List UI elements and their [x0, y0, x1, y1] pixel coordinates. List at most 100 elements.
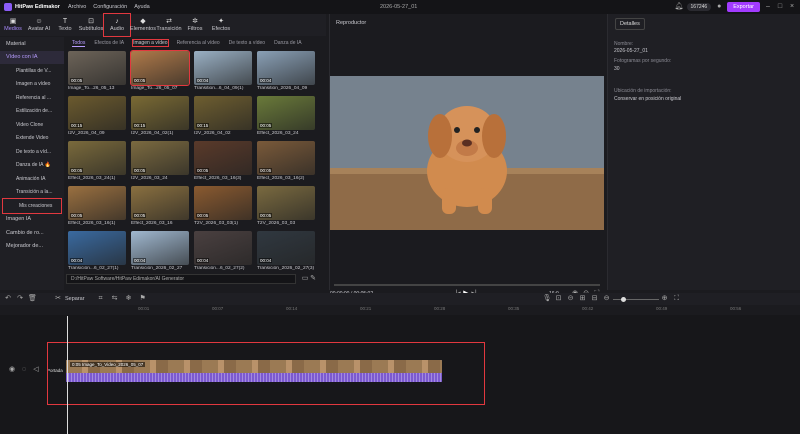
maximize-icon[interactable]: □	[776, 3, 784, 11]
sidebar-item-8[interactable]: De texto a víd...	[0, 145, 64, 159]
media-item[interactable]: 00:05 Effect_2026_03_24	[257, 96, 317, 139]
menu-help[interactable]: Ayuda	[134, 4, 150, 10]
fit-icon[interactable]: ⛶	[673, 295, 681, 303]
media-thumbnail: 00:04	[194, 231, 252, 265]
tool-transition[interactable]: ⇄ Transición	[156, 14, 182, 36]
ruler-tick-label: 00:21	[360, 306, 372, 311]
delete-icon[interactable]: 🗑︎	[28, 295, 37, 303]
sidebar-item-label: Mejorador de...	[6, 243, 43, 250]
sidebar-item-1[interactable]: Vídeo con IA	[0, 50, 64, 64]
redo-icon[interactable]: ↷	[16, 295, 24, 303]
tool-elements[interactable]: ◆ Elementos	[130, 14, 156, 36]
media-item[interactable]: 00:04 Transición...6_02_27(1)	[68, 231, 128, 274]
ai-track-icon[interactable]: ⊟	[591, 295, 599, 303]
sidebar-item-11[interactable]: Transición a la...	[0, 186, 64, 200]
video-clip[interactable]: 0:05 Image_To_Video_2026_05_07	[66, 360, 442, 382]
track-lock-icon[interactable]: ◌	[20, 366, 28, 374]
freeze-icon[interactable]: ❄	[125, 295, 133, 303]
sidebar-item-15[interactable]: Mejorador de...	[0, 240, 64, 254]
close-icon[interactable]: ×	[788, 3, 796, 11]
track-visibility-icon[interactable]: ◉	[8, 366, 16, 374]
sidebar-item-14[interactable]: Cambio de ro...	[0, 226, 64, 240]
sidebar-item-9[interactable]: Danza de IA 🔥	[0, 159, 64, 173]
media-item[interactable]: 00:04 Transition...6_04_09(1)	[194, 51, 254, 94]
zoom-slider[interactable]	[612, 296, 659, 302]
subtab-video-reference[interactable]: Referencia al vídeo	[177, 40, 220, 46]
category-sidebar: Material Vídeo con IA Plantillas de V... Im…	[0, 37, 64, 290]
elements-icon: ◆	[140, 18, 146, 25]
tool-subtitles[interactable]: ⊡ Subtítulos	[78, 14, 104, 36]
media-name: Transition_2026_04_09	[257, 86, 308, 91]
media-item[interactable]: 00:05 Effect_2026_03_16(2)	[257, 141, 317, 184]
mic-icon[interactable]: 🎙︎	[543, 295, 552, 303]
media-item[interactable]: 00:04 Transición_2026_02_27	[131, 231, 191, 274]
edit-icon[interactable]: ✎	[309, 275, 317, 283]
track-audio-icon[interactable]: ◁	[32, 366, 40, 374]
sidebar-item-3[interactable]: Imagen a vídeo	[0, 78, 64, 92]
media-item[interactable]: 00:05 Image_To...26_05_07	[130, 50, 191, 94]
path-field[interactable]: D:/HitPaw Software/HitPaw Edimakor/AI Ge…	[66, 274, 296, 284]
credits-badge[interactable]: 167246	[686, 3, 712, 11]
tool-avatar[interactable]: ☺ Avatar AI	[26, 14, 52, 36]
media-item[interactable]: 00:05 Image_To...26_05_13	[68, 51, 128, 94]
minimize-icon[interactable]: –	[764, 3, 772, 11]
sidebar-item-12[interactable]: Mis creaciones	[2, 198, 62, 214]
tool-text[interactable]: T Texto	[52, 14, 78, 36]
media-item[interactable]: 00:15 I2V_2026_04_02	[194, 96, 254, 139]
media-item[interactable]: 00:05 Effect_2026_03_16(3)	[194, 141, 254, 184]
media-item[interactable]: 00:15 I2V_2026_04_09	[68, 96, 128, 139]
menu-settings[interactable]: Configuración	[93, 4, 127, 10]
sidebar-item-4[interactable]: Referencia al ...	[0, 91, 64, 105]
title-bar: HitPaw Edimakor Archivo Configuración Ay…	[0, 0, 800, 14]
playhead[interactable]	[67, 316, 68, 434]
detail-name-label: Nombre:	[614, 41, 634, 47]
crop-icon[interactable]: ⌗	[97, 295, 105, 303]
sidebar-item-10[interactable]: Animación IA	[0, 172, 64, 186]
menu-file[interactable]: Archivo	[68, 4, 86, 10]
sidebar-item-2[interactable]: Plantillas de V...	[0, 64, 64, 78]
media-item[interactable]: 00:05 T2V_2026_03_03(1)	[194, 186, 254, 229]
folder-icon[interactable]: ▭	[301, 275, 309, 283]
tool-filters[interactable]: ✲ Filtros	[182, 14, 208, 36]
link-icon[interactable]: ⊝	[567, 295, 575, 303]
tool-media[interactable]: ▣ Medios	[0, 14, 26, 36]
tool-effects[interactable]: ✦ Efectos	[208, 14, 234, 36]
subtab-image-to-video[interactable]: Imagen a vídeo	[132, 39, 169, 47]
account-icon[interactable]: ●	[715, 3, 723, 11]
tab-details[interactable]: Detalles	[615, 18, 645, 30]
marker-icon[interactable]: ⚑	[139, 295, 147, 303]
subtab-ai-effects[interactable]: Efectos de IA	[94, 40, 124, 46]
subtab-text-to-video[interactable]: De texto a vídeo	[229, 40, 265, 46]
tool-audio[interactable]: ♪ Audio	[103, 13, 131, 37]
media-item[interactable]: 00:05 Effect_2026_03_16	[131, 186, 191, 229]
media-item[interactable]: 00:05 T2V_2026_03_03	[257, 186, 317, 229]
bell-icon[interactable]: 🔔︎	[675, 3, 684, 11]
split-icon[interactable]: ✂	[54, 295, 62, 303]
zoom-out-icon[interactable]: ⊖	[603, 295, 611, 303]
reverse-icon[interactable]: ⇆	[111, 295, 119, 303]
media-item[interactable]: 00:05 Effect_2026_03_24(1)	[68, 141, 128, 184]
export-button[interactable]: Exportar	[727, 2, 760, 12]
media-item[interactable]: 00:05 Effect_2026_03_16(1)	[68, 186, 128, 229]
media-duration: 00:04	[70, 258, 84, 263]
sidebar-item-0[interactable]: Material	[0, 37, 64, 51]
sidebar-item-7[interactable]: Extende Video	[0, 132, 64, 146]
video-preview[interactable]	[330, 76, 604, 230]
player-scrubber[interactable]	[334, 284, 600, 286]
media-item[interactable]: 00:15 I2V_2026_04_02(1)	[131, 96, 191, 139]
subtab-ai-dance[interactable]: Danza de IA	[274, 40, 302, 46]
sidebar-item-6[interactable]: Video Clone	[0, 118, 64, 132]
sidebar-item-13[interactable]: Imagen IA	[0, 213, 64, 227]
zoom-in-icon[interactable]: ⊕	[661, 295, 669, 303]
split-button[interactable]: Separar	[65, 296, 85, 302]
sidebar-item-5[interactable]: Estilización de...	[0, 105, 64, 119]
split-track-icon[interactable]: ⊞	[579, 295, 587, 303]
media-item[interactable]: 00:05 I2V_2026_03_24	[131, 141, 191, 184]
zoom-slider-thumb[interactable]	[620, 296, 626, 302]
subtab-all[interactable]: Todos	[72, 40, 86, 47]
snap-icon[interactable]: ⊡	[555, 295, 563, 303]
media-item[interactable]: 00:04 Transition_2026_04_09	[257, 51, 317, 94]
undo-icon[interactable]: ↶	[4, 295, 12, 303]
media-item[interactable]: 00:04 Transición...6_02_27(2)	[194, 231, 254, 274]
media-item[interactable]: 00:04 Transición_2026_02_27(3)	[257, 231, 317, 274]
